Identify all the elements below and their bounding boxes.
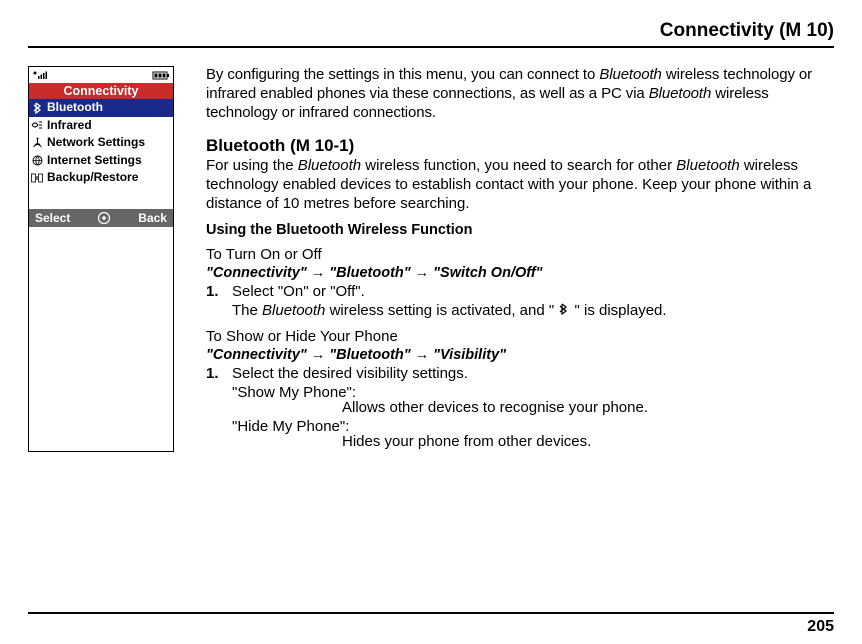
running-header: Connectivity (M 10) (28, 20, 834, 42)
backup-icon (31, 172, 43, 184)
menu-item-network: Network Settings (29, 134, 173, 152)
phone-screen-title: Connectivity (29, 83, 173, 99)
content-row: Connectivity Bluetooth Infrared (28, 66, 834, 452)
phone-illustration: Connectivity Bluetooth Infrared (28, 66, 174, 452)
softkey-right: Back (138, 211, 167, 225)
softkey-bar: Select Back (29, 209, 173, 227)
sub-visibility: To Show or Hide Your Phone (206, 328, 834, 345)
page-number: 205 (807, 618, 834, 636)
arrow-icon: → (311, 265, 326, 281)
body-column: By configuring the settings in this menu… (206, 66, 834, 452)
bluetooth-icon (31, 102, 43, 114)
option-hide-desc: Hides your phone from other devices. (342, 433, 834, 450)
menu-item-infrared: Infrared (29, 117, 173, 135)
menu-code: (M 10) (779, 20, 834, 41)
globe-icon (31, 155, 43, 167)
menu-code: (M 10-1) (290, 136, 354, 155)
step-1: 1. Select "On" or "Off". (206, 283, 834, 300)
bluetooth-icon (558, 301, 570, 321)
phone-menu: Bluetooth Infrared Network Settings (29, 99, 173, 209)
visibility-options: "Show My Phone": Allows other devices to… (232, 384, 834, 450)
bluetooth-desc: For using the Bluetooth wireless functio… (206, 157, 834, 213)
arrow-icon: → (311, 347, 326, 363)
bluetooth-word: Bluetooth (649, 85, 711, 102)
signal-icon (32, 70, 52, 80)
bluetooth-word: Bluetooth (599, 66, 661, 83)
option-show-desc: Allows other devices to recognise your p… (342, 399, 834, 416)
rule-top (28, 46, 834, 48)
rule-bottom (28, 612, 834, 614)
step-note: The Bluetooth wireless setting is activa… (232, 301, 834, 321)
subheading-using: Using the Bluetooth Wireless Function (206, 222, 834, 238)
arrow-icon: → (415, 265, 430, 281)
heading-bluetooth: Bluetooth (M 10-1) (206, 136, 834, 156)
sub-on-off: To Turn On or Off (206, 246, 834, 263)
section-title: Connectivity (660, 20, 774, 41)
nav-path: "Connectivity"→"Bluetooth"→"Visibility" (206, 347, 834, 363)
battery-icon (152, 71, 170, 80)
nav-path: "Connectivity"→"Bluetooth"→"Switch On/Of… (206, 265, 834, 281)
menu-item-internet: Internet Settings (29, 152, 173, 170)
nav-ring-icon (97, 211, 111, 225)
network-icon (31, 137, 43, 149)
intro-paragraph: By configuring the settings in this menu… (206, 66, 834, 122)
menu-label: Internet Settings (47, 153, 142, 169)
menu-label: Bluetooth (47, 100, 103, 116)
menu-item-bluetooth: Bluetooth (29, 99, 173, 117)
menu-label: Backup/Restore (47, 170, 138, 186)
infrared-icon (31, 119, 43, 131)
status-bar (29, 67, 173, 83)
arrow-icon: → (415, 347, 430, 363)
menu-item-backup: Backup/Restore (29, 169, 173, 187)
step-text: Select the desired visibility settings. (232, 365, 834, 382)
page: Connectivity (M 10) (0, 0, 862, 452)
softkey-left: Select (35, 211, 70, 225)
step-text: Select "On" or "Off". (232, 283, 834, 300)
menu-label: Infrared (47, 118, 92, 134)
step-2: 1. Select the desired visibility setting… (206, 365, 834, 382)
step-number: 1. (206, 283, 222, 300)
step-number: 1. (206, 365, 222, 382)
menu-label: Network Settings (47, 135, 145, 151)
